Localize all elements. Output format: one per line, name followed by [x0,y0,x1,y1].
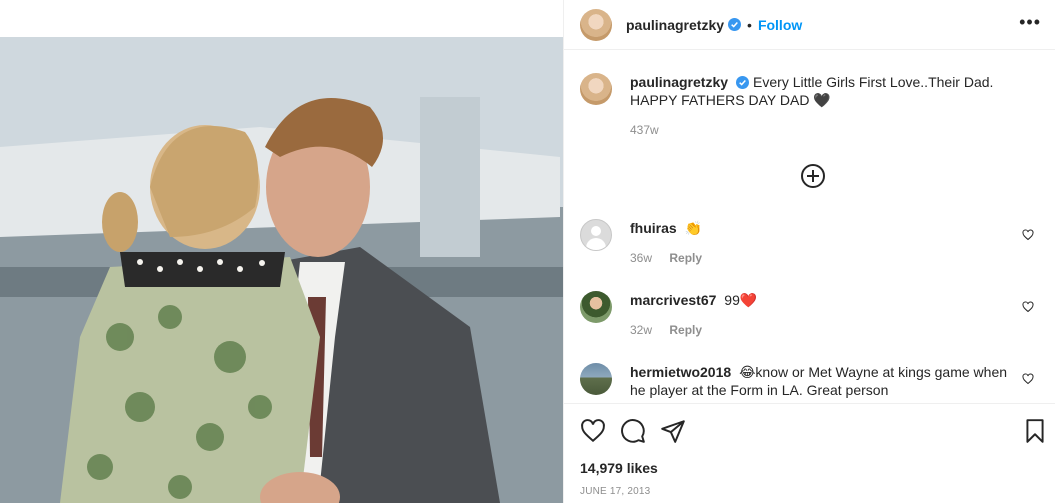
comment-username[interactable]: hermietwo2018 [630,364,731,380]
comment-username[interactable]: marcrivest67 [630,292,716,308]
comments-list: paulinagretzky Every Little Girls First L… [564,51,1055,403]
comment-like-heart-icon[interactable] [1022,229,1034,241]
comment-body: 👏 [684,220,703,236]
post-actions-bar: 14,979 likes JUNE 17, 2013 [564,403,1055,503]
caption-username[interactable]: paulinagretzky [630,74,728,90]
heart-icon[interactable] [580,418,606,444]
red-heart-emoji: ❤️ [739,292,758,308]
comment-text: marcrivest67 99❤️ [630,291,757,309]
owner-avatar[interactable] [580,73,612,105]
plus-circle-icon[interactable] [800,163,826,189]
caption-meta: 437w [630,123,1040,137]
post-photo[interactable] [0,37,563,503]
caption-text: paulinagretzky Every Little Girls First L… [630,73,1040,109]
owner-username[interactable]: paulinagretzky [626,17,724,33]
comment-like-heart-icon[interactable] [1022,301,1034,313]
comment-row: marcrivest67 99❤️ 32w Reply [580,291,1040,337]
follow-button[interactable]: Follow [758,17,802,33]
comment-meta: 36w Reply [630,251,702,265]
black-heart-emoji: 🖤 [813,92,831,108]
comment-time[interactable]: 32w [630,323,652,337]
commenter-avatar[interactable] [580,363,612,395]
post-details-panel: paulinagretzky • Follow ••• paulinagretz… [563,0,1055,503]
owner-avatar[interactable] [580,8,612,41]
bookmark-icon[interactable] [1022,418,1048,444]
post-media-area [0,0,563,503]
comment-row: hermietwo2018 😂know or Met Wayne at king… [580,363,1040,399]
more-options-icon[interactable]: ••• [1019,13,1041,31]
reply-button[interactable]: Reply [669,323,702,337]
comment-like-heart-icon[interactable] [1022,373,1034,385]
caption: paulinagretzky Every Little Girls First L… [580,73,1040,137]
verified-badge-icon [728,18,742,31]
commenter-avatar[interactable] [580,291,612,323]
comment-text: fhuiras 👏 [630,219,702,237]
separator-dot: • [747,16,752,33]
comment-row: fhuiras 👏 36w Reply [580,219,1040,265]
comment-time[interactable]: 36w [630,251,652,265]
post-date[interactable]: JUNE 17, 2013 [580,486,650,497]
post-header: paulinagretzky • Follow ••• [564,0,1055,50]
caption-time[interactable]: 437w [630,123,659,137]
comment-username[interactable]: fhuiras [630,220,677,236]
verified-badge-icon [736,76,750,89]
comment-meta: 32w Reply [630,323,757,337]
comment-text: hermietwo2018 😂know or Met Wayne at king… [630,363,1010,399]
commenter-avatar[interactable] [580,219,612,251]
comment-bubble-icon[interactable] [620,418,646,444]
photo-illustration [0,37,563,503]
reply-button[interactable]: Reply [669,251,702,265]
comment-body: 99 [724,292,740,308]
paper-plane-icon[interactable] [660,418,686,444]
likes-count[interactable]: 14,979 likes [580,460,658,476]
